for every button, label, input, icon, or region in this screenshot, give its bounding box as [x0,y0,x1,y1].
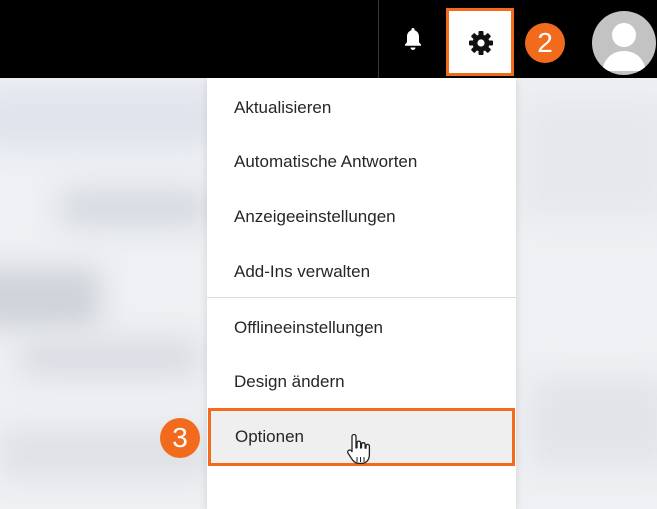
menu-item-automatic-replies[interactable]: Automatische Antworten [207,142,516,182]
top-bar: 2 [0,0,657,78]
menu-item-display-settings[interactable]: Anzeigeeinstellungen [207,197,516,237]
menu-item-offline-settings[interactable]: Offlineeinstellungen [207,308,516,348]
step-badge: 3 [160,418,200,458]
menu-item-refresh[interactable]: Aktualisieren [207,88,516,128]
user-icon [602,23,646,71]
topbar-divider [378,0,379,78]
blurred-block [60,188,210,228]
blurred-block [0,88,220,148]
menu-separator [207,297,516,298]
settings-button[interactable] [446,8,514,76]
hand-pointer-icon [345,431,375,467]
blurred-block [0,268,100,328]
menu-item-manage-addins[interactable]: Add-Ins verwalten [207,252,516,292]
gear-icon [465,27,497,59]
bell-icon[interactable] [398,24,428,54]
blurred-block [520,98,657,218]
blurred-block [530,378,657,468]
blurred-block [20,338,200,378]
avatar[interactable] [592,11,656,75]
menu-item-change-theme[interactable]: Design ändern [207,362,516,402]
step-badge: 2 [525,23,565,63]
